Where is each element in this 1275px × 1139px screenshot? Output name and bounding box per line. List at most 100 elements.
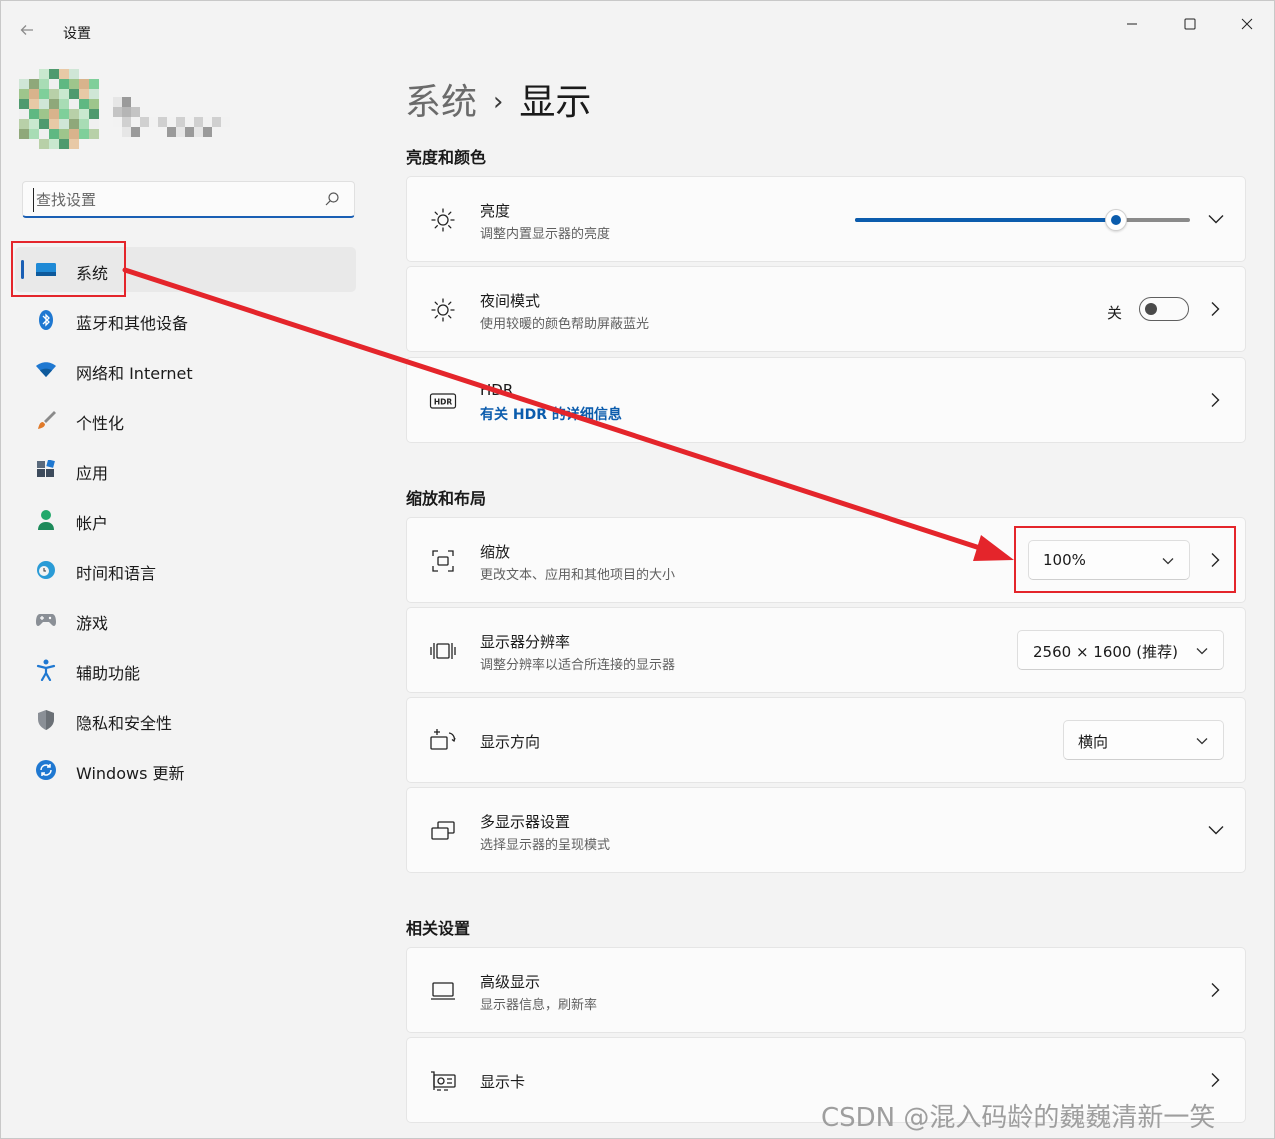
username-pixel [167,127,176,137]
username-pixel [113,107,122,117]
username-pixel [221,117,230,127]
avatar-pixel [39,129,49,139]
breadcrumb-parent[interactable]: 系统 [405,82,477,123]
resolution-card[interactable]: 显示器分辨率 调整分辨率以适合所连接的显示器 2560 × 1600 (推荐) [406,607,1246,693]
username-pixel [113,97,122,107]
multi-display-card[interactable]: 多显示器设置 选择显示器的呈现模式 [406,787,1246,873]
search-box[interactable] [22,181,355,218]
chevron-right-icon[interactable] [1207,981,1223,999]
username-pixel [185,117,194,127]
gamepad-icon [35,609,57,631]
close-icon [1241,18,1253,30]
page-title: 显示 [519,82,592,123]
resolution-dropdown[interactable]: 2560 × 1600 (推荐) [1017,630,1224,670]
minimize-button[interactable] [1114,11,1150,37]
hdr-info-link[interactable]: 有关 HDR 的详细信息 [480,404,622,424]
avatar-pixel [59,119,69,129]
sidebar-item-time-language[interactable]: 时间和语言 [15,547,356,592]
scale-card[interactable]: 缩放 更改文本、应用和其他项目的大小 100% [406,517,1246,603]
brightness-subtitle: 调整内置显示器的亮度 [480,227,611,242]
username-pixel [203,117,212,127]
update-icon [35,759,57,781]
resolution-title: 显示器分辨率 [480,633,571,651]
sidebar-item-label: 个性化 [76,414,125,433]
avatar-pixel [79,89,89,99]
username-pixel [203,107,212,117]
wifi-icon [35,359,57,381]
hdr-card[interactable]: HDR HDR 有关 HDR 的详细信息 [406,357,1246,443]
scale-icon [429,547,457,575]
username-pixel [230,107,239,117]
avatar-pixel [49,79,59,89]
chevron-down-icon[interactable] [1207,211,1225,227]
search-icon[interactable] [324,191,340,207]
sidebar-item-bluetooth[interactable]: 蓝牙和其他设备 [15,297,356,342]
sidebar-item-accessibility[interactable]: 辅助功能 [15,647,356,692]
scale-title: 缩放 [480,543,511,561]
advanced-display-card[interactable]: 高级显示 显示器信息，刷新率 [406,947,1246,1033]
orientation-card[interactable]: 显示方向 横向 [406,697,1246,783]
username-pixel [212,107,221,117]
chevron-right-icon[interactable] [1207,551,1223,569]
chevron-right-icon[interactable] [1207,300,1223,318]
sidebar-item-windows-update[interactable]: Windows 更新 [15,747,356,792]
sidebar-item-system[interactable]: 系统 [15,247,356,292]
chevron-down-icon [1195,644,1209,658]
username-pixel [221,107,230,117]
avatar-pixel [79,129,89,139]
brightness-slider[interactable] [855,209,1190,231]
sidebar-item-apps[interactable]: 应用 [15,447,356,492]
username-pixel [194,107,203,117]
username-pixel [176,127,185,137]
maximize-icon [1184,18,1196,30]
slider-thumb[interactable] [1105,209,1128,231]
section-title-scale-layout: 缩放和布局 [406,489,487,508]
night-light-title: 夜间模式 [480,292,541,310]
chevron-right-icon[interactable] [1207,1071,1223,1089]
maximize-button[interactable] [1172,11,1208,37]
username-pixel [131,127,140,137]
back-button[interactable] [19,21,43,45]
username-pixel [122,127,131,137]
avatar-pixel [29,109,39,119]
scale-subtitle: 更改文本、应用和其他项目的大小 [480,568,676,583]
username-pixel [131,97,140,107]
avatar[interactable] [19,69,99,149]
username-pixel [149,97,158,107]
avatar-pixel [39,79,49,89]
username-pixel [167,107,176,117]
brightness-title: 亮度 [480,202,511,220]
night-light-card[interactable]: 夜间模式 使用较暖的颜色帮助屏蔽蓝光 关 [406,266,1246,352]
sidebar-item-personalization[interactable]: 个性化 [15,397,356,442]
search-input[interactable] [33,188,313,212]
brightness-card[interactable]: 亮度 调整内置显示器的亮度 [406,176,1246,262]
graphics-card-title: 显示卡 [480,1073,526,1091]
avatar-pixel [39,119,49,129]
username-pixel [149,127,158,137]
close-button[interactable] [1229,11,1265,37]
avatar-pixel [79,119,89,129]
username-pixel [122,117,131,127]
sidebar-item-label: 游戏 [76,614,109,633]
avatar-pixel [29,119,39,129]
chevron-right-icon[interactable] [1207,391,1223,409]
svg-text:HDR: HDR [434,398,453,407]
sidebar-item-privacy[interactable]: 隐私和安全性 [15,697,356,742]
night-light-subtitle: 使用较暖的颜色帮助屏蔽蓝光 [480,317,650,332]
username-pixel [167,117,176,127]
sun-icon [429,206,457,234]
title-bar: 设置 [1,1,1274,49]
sidebar-item-network[interactable]: 网络和 Internet [15,347,356,392]
chevron-down-icon[interactable] [1207,822,1225,838]
sidebar-item-label: 隐私和安全性 [76,714,173,733]
scale-dropdown[interactable]: 100% [1028,540,1190,580]
avatar-pixel [19,89,29,99]
orientation-dropdown[interactable]: 横向 [1063,720,1224,760]
avatar-pixel [89,89,99,99]
sidebar-item-gaming[interactable]: 游戏 [15,597,356,642]
night-light-toggle[interactable] [1139,297,1189,321]
sidebar-item-accounts[interactable]: 帐户 [15,497,356,542]
username-pixel [158,117,167,127]
app-title: 设置 [63,26,91,42]
avatar-pixel [59,129,69,139]
